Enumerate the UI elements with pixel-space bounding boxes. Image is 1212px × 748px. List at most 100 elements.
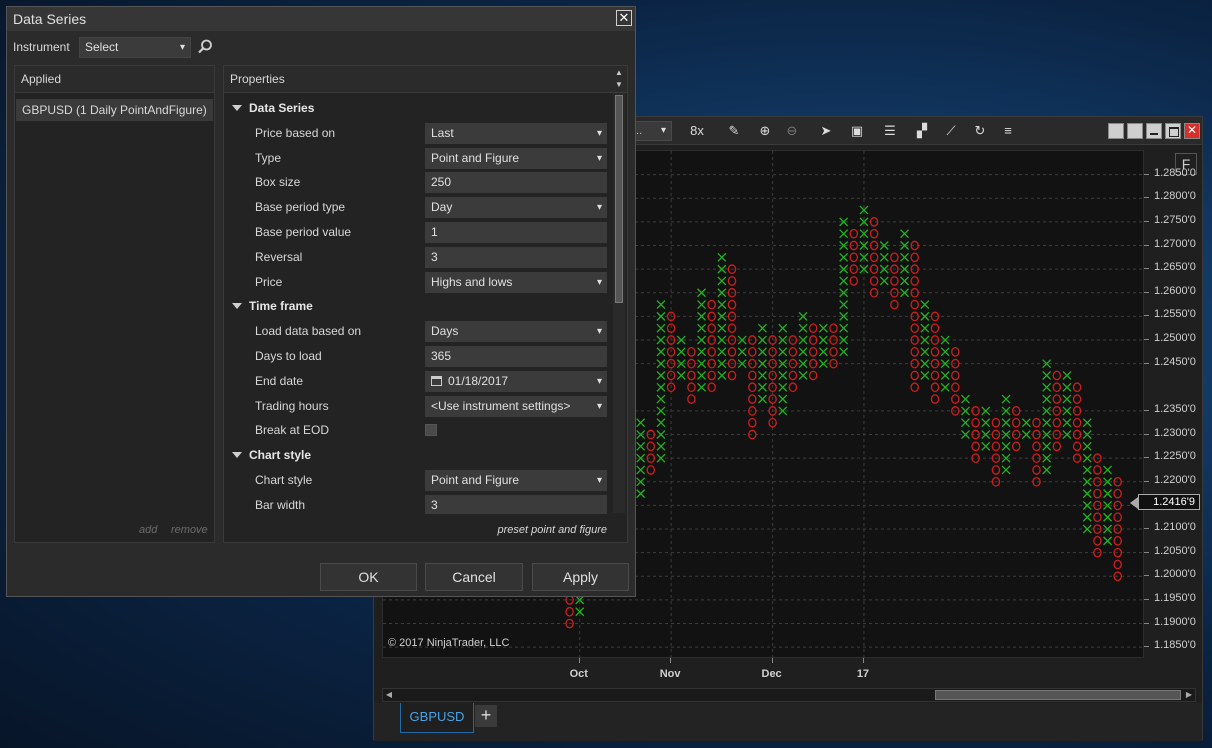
- crosshair-icon[interactable]: 8x: [686, 121, 708, 141]
- close-icon[interactable]: ✕: [616, 10, 632, 26]
- properties-list-icon[interactable]: ≡: [998, 121, 1018, 141]
- minimize-icon[interactable]: [1146, 123, 1162, 139]
- scroll-thumb[interactable]: [935, 690, 1181, 700]
- trading-hours-select[interactable]: <Use instrument settings> ▾: [425, 396, 607, 417]
- box-size-input[interactable]: 250: [425, 172, 607, 193]
- apply-button[interactable]: Apply: [532, 563, 629, 591]
- pnf-o-mark: [890, 252, 899, 263]
- property-row-trading-hours: Trading hours <Use instrument settings> ▾: [224, 394, 612, 418]
- base-period-value-input[interactable]: 1: [425, 222, 607, 243]
- pnf-o-mark: [1093, 536, 1102, 546]
- pnf-x-mark: [920, 335, 930, 345]
- bar-width-input[interactable]: 3: [425, 495, 607, 514]
- pnf-o-mark: [1011, 441, 1021, 452]
- window-close-icon[interactable]: ✕: [1184, 123, 1200, 139]
- base-period-type-select[interactable]: Day ▾: [425, 197, 607, 218]
- load-data-based-on-select[interactable]: Days ▾: [425, 321, 607, 342]
- pnf-o-mark: [565, 606, 574, 617]
- property-value: Highs and lows: [431, 275, 513, 289]
- pnf-o-mark: [788, 346, 798, 357]
- properties-scrollbar[interactable]: [613, 93, 625, 513]
- pnf-x-mark: [656, 347, 666, 357]
- scroll-right-icon[interactable]: ▶: [1183, 689, 1195, 701]
- time-axis[interactable]: Oct Nov Dec 17: [382, 658, 1144, 688]
- horizontal-scrollbar[interactable]: ◀ ▶: [382, 688, 1196, 702]
- scroll-up-icon[interactable]: ▲: [614, 68, 624, 77]
- tab-gbpusd[interactable]: GBPUSD: [400, 703, 474, 733]
- pnf-o-mark: [1032, 417, 1041, 428]
- pnf-x-mark: [636, 465, 646, 475]
- pnf-x-mark: [656, 335, 666, 345]
- pnf-o-mark: [1093, 488, 1102, 499]
- pnf-x-mark: [737, 347, 747, 357]
- cancel-button[interactable]: Cancel: [425, 563, 523, 591]
- pnf-x-mark: [697, 371, 707, 380]
- chart-style-select[interactable]: Point and Figure ▾: [425, 470, 607, 491]
- data-box-icon[interactable]: ▣: [847, 121, 867, 141]
- property-row-load-data-based-on: Load data based on Days ▾: [224, 319, 612, 343]
- scroll-left-icon[interactable]: ◀: [383, 689, 395, 701]
- pnf-o-mark: [849, 228, 859, 239]
- tile-icon[interactable]: [1108, 123, 1124, 139]
- pnf-x-mark: [1062, 418, 1072, 428]
- pnf-x-mark: [1062, 382, 1072, 392]
- add-tab-button[interactable]: +: [475, 705, 497, 727]
- instrument-select[interactable]: Select ▾: [79, 37, 191, 58]
- pnf-o-mark: [849, 276, 859, 286]
- tile-alt-icon[interactable]: [1127, 123, 1143, 139]
- pointer-icon[interactable]: ➤: [816, 121, 836, 141]
- preset-link[interactable]: preset point and figure: [498, 524, 607, 536]
- end-date-date-picker[interactable]: 01/18/2017 ▾: [425, 371, 607, 392]
- templates-icon[interactable]: ▞: [912, 121, 932, 141]
- section-chart-style[interactable]: Chart style: [224, 443, 612, 467]
- property-value: 3: [431, 498, 438, 512]
- applied-list-item[interactable]: GBPUSD (1 Daily PointAndFigure): [16, 99, 213, 121]
- pnf-x-mark: [1082, 512, 1092, 522]
- pnf-x-mark: [778, 371, 788, 380]
- time-label: 17: [856, 668, 870, 680]
- pnf-o-mark: [748, 370, 757, 381]
- properties-scroll-thumb[interactable]: [615, 95, 623, 303]
- days-to-load-input[interactable]: 365: [425, 346, 607, 367]
- property-row-base-period-type: Base period type Day ▾: [224, 195, 612, 219]
- pnf-x-mark: [697, 359, 707, 369]
- price-label: 1.2200'0: [1154, 473, 1196, 486]
- add-link[interactable]: add: [139, 524, 157, 536]
- type-select[interactable]: Point and Figure ▾: [425, 148, 607, 169]
- price-label: 1.1900'0: [1154, 615, 1196, 628]
- pnf-o-mark: [1113, 512, 1122, 523]
- bars-icon[interactable]: ☰: [880, 121, 900, 141]
- scroll-down-icon[interactable]: ▼: [614, 80, 624, 89]
- ok-button[interactable]: OK: [320, 563, 417, 591]
- price-select[interactable]: Highs and lows ▾: [425, 272, 607, 293]
- pnf-x-mark: [1103, 465, 1113, 475]
- reversal-input[interactable]: 3: [425, 247, 607, 268]
- reload-icon[interactable]: ↻: [970, 121, 990, 141]
- section-time-frame[interactable]: Time frame: [224, 294, 612, 318]
- property-row-price-based-on: Price based on Last ▾: [224, 121, 612, 145]
- zoom-in-icon[interactable]: ⊕: [755, 121, 775, 141]
- pnf-x-mark: [757, 359, 767, 369]
- price-based-on-select[interactable]: Last ▾: [425, 123, 607, 144]
- property-value: Point and Figure: [431, 151, 520, 165]
- section-data-series[interactable]: Data Series: [224, 96, 612, 120]
- search-icon[interactable]: [196, 38, 214, 56]
- pnf-x-mark: [636, 418, 646, 428]
- pnf-x-mark: [1082, 441, 1092, 451]
- maximize-icon[interactable]: [1165, 123, 1181, 139]
- pnf-x-mark: [778, 323, 788, 333]
- strategies-icon[interactable]: ⟋: [941, 121, 961, 141]
- zoom-out-icon[interactable]: ⊖: [782, 121, 802, 141]
- pnf-x-mark: [717, 276, 727, 286]
- price-axis[interactable]: 1.2850'0 1.2800'0 1.2750'0 1.2700'0 1.2650'0…: [1144, 150, 1204, 658]
- price-label: 1.2550'0: [1154, 308, 1196, 321]
- pencil-icon[interactable]: ✎: [724, 121, 744, 141]
- pnf-x-mark: [818, 335, 828, 345]
- pnf-o-mark: [890, 276, 899, 286]
- remove-link[interactable]: remove: [171, 524, 208, 536]
- pnf-o-mark: [788, 382, 798, 393]
- pnf-x-mark: [757, 371, 767, 380]
- break-at-eod-checkbox[interactable]: [425, 424, 437, 436]
- chevron-down-icon: ▾: [596, 326, 602, 337]
- applied-panel: Applied GBPUSD (1 Daily PointAndFigure) …: [14, 65, 215, 543]
